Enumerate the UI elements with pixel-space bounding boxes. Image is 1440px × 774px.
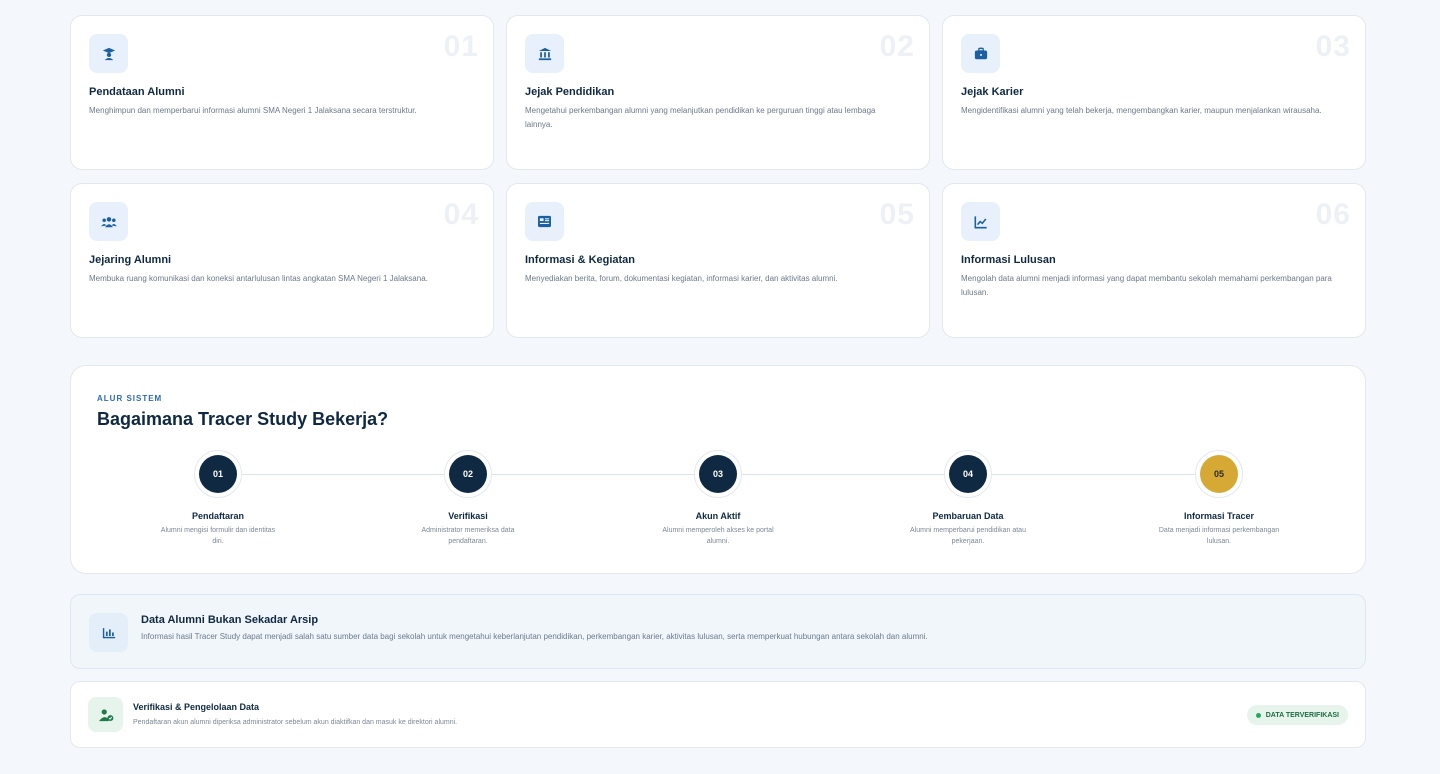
banner-desc: Informasi hasil Tracer Study dapat menja… <box>141 632 928 641</box>
feature-title: Jejaring Alumni <box>89 254 172 266</box>
step-number: 03 <box>699 455 737 493</box>
step-number: 04 <box>949 455 987 493</box>
step-desc: Alumni mengisi formulir dan identitas di… <box>160 527 276 545</box>
feature-number: 04 <box>443 198 479 231</box>
step-ring: 03 <box>694 450 742 498</box>
feature-number: 01 <box>443 30 479 63</box>
feature-desc: Mengidentifikasi alumni yang telah beker… <box>961 106 1322 115</box>
feature-grid: 01 Pendataan Alumni Menghimpun dan mempe… <box>70 15 1366 338</box>
step-desc: Administrator memeriksa data pendaftaran… <box>421 527 515 545</box>
feature-desc: Mengolah data alumni menjadi informasi y… <box>961 274 1332 297</box>
info-banner: Data Alumni Bukan Sekadar Arsip Informas… <box>70 594 1366 669</box>
flow-eyebrow: ALUR SISTEM <box>97 394 163 403</box>
chart-line-icon <box>961 202 1000 241</box>
step-number: 01 <box>199 455 237 493</box>
step-desc: Alumni memperoleh akses ke portal alumni… <box>662 527 774 545</box>
step-title: Pendaftaran <box>191 511 244 521</box>
verification-desc: Pendaftaran akun alumni diperiksa admini… <box>133 719 458 726</box>
feature-title: Informasi & Kegiatan <box>525 254 636 266</box>
banner-title: Data Alumni Bukan Sekadar Arsip <box>141 614 319 626</box>
feature-number: 02 <box>879 30 915 63</box>
verification-card: Verifikasi & Pengelolaan Data Pendaftara… <box>70 681 1366 748</box>
status-dot-icon <box>1255 712 1261 718</box>
feature-card-jejaring: 04 Jejaring Alumni Membuka ruang komunik… <box>70 183 494 338</box>
feature-title: Jejak Karier <box>961 86 1024 98</box>
feature-number: 05 <box>879 198 915 231</box>
step-desc: Alumni memperbarui pendidikan atau peker… <box>910 527 1026 545</box>
graduate-icon <box>89 34 128 73</box>
feature-number: 03 <box>1315 30 1351 63</box>
flow-step-pendaftaran: 01 Pendaftaran Alumni mengisi formulir d… <box>148 450 288 547</box>
step-ring: 01 <box>194 450 242 498</box>
verification-title: Verifikasi & Pengelolaan Data <box>133 702 260 712</box>
status-badge: DATA TERVERIFIKASI <box>1246 705 1348 725</box>
university-icon <box>525 34 564 73</box>
feature-card-pendataan: 01 Pendataan Alumni Menghimpun dan mempe… <box>70 15 494 170</box>
feature-desc: Menghimpun dan memperbarui informasi alu… <box>89 106 417 115</box>
step-title: Pembaruan Data <box>932 511 1004 521</box>
feature-card-informasi-kegiatan: 05 Informasi & Kegiatan Menyediakan beri… <box>506 183 930 338</box>
briefcase-icon <box>961 34 1000 73</box>
bar-chart-icon <box>89 613 128 652</box>
step-title: Informasi Tracer <box>1183 511 1255 521</box>
status-badge-label: DATA TERVERIFIKASI <box>1265 711 1339 719</box>
feature-title: Informasi Lulusan <box>961 254 1056 266</box>
feature-card-pendidikan: 02 Jejak Pendidikan Mengetahui perkemban… <box>506 15 930 170</box>
newspaper-icon <box>525 202 564 241</box>
feature-card-karier: 03 Jejak Karier Mengidentifikasi alumni … <box>942 15 1366 170</box>
flow-step-verifikasi: 02 Verifikasi Administrator memeriksa da… <box>398 450 538 547</box>
step-title: Verifikasi <box>448 511 488 521</box>
step-desc: Data menjadi informasi perkembangan lulu… <box>1158 527 1280 545</box>
feature-desc: Membuka ruang komunikasi dan koneksi ant… <box>89 274 428 283</box>
flow-step-akun-aktif: 03 Akun Aktif Alumni memperoleh akses ke… <box>648 450 788 547</box>
step-number: 02 <box>449 455 487 493</box>
feature-card-informasi-lulusan: 06 Informasi Lulusan Mengolah data alumn… <box>942 183 1366 338</box>
step-ring: 02 <box>444 450 492 498</box>
users-icon <box>89 202 128 241</box>
flow-section: ALUR SISTEM Bagaimana Tracer Study Beker… <box>70 365 1366 574</box>
step-ring: 04 <box>944 450 992 498</box>
flow-step-informasi-tracer: 05 Informasi Tracer Data menjadi informa… <box>1149 450 1289 547</box>
feature-desc: Menyediakan berita, forum, dokumentasi k… <box>525 274 838 283</box>
flow-step-pembaruan-data: 04 Pembaruan Data Alumni memperbarui pen… <box>898 450 1038 547</box>
user-check-icon <box>88 697 123 732</box>
step-ring: 05 <box>1195 450 1243 498</box>
flow-heading: Bagaimana Tracer Study Bekerja? <box>97 409 389 429</box>
feature-desc: Mengetahui perkembangan alumni yang mela… <box>525 106 876 129</box>
feature-title: Pendataan Alumni <box>89 86 185 98</box>
step-number: 05 <box>1200 455 1238 493</box>
step-title: Akun Aktif <box>695 511 741 521</box>
feature-title: Jejak Pendidikan <box>525 86 615 98</box>
feature-number: 06 <box>1315 198 1351 231</box>
